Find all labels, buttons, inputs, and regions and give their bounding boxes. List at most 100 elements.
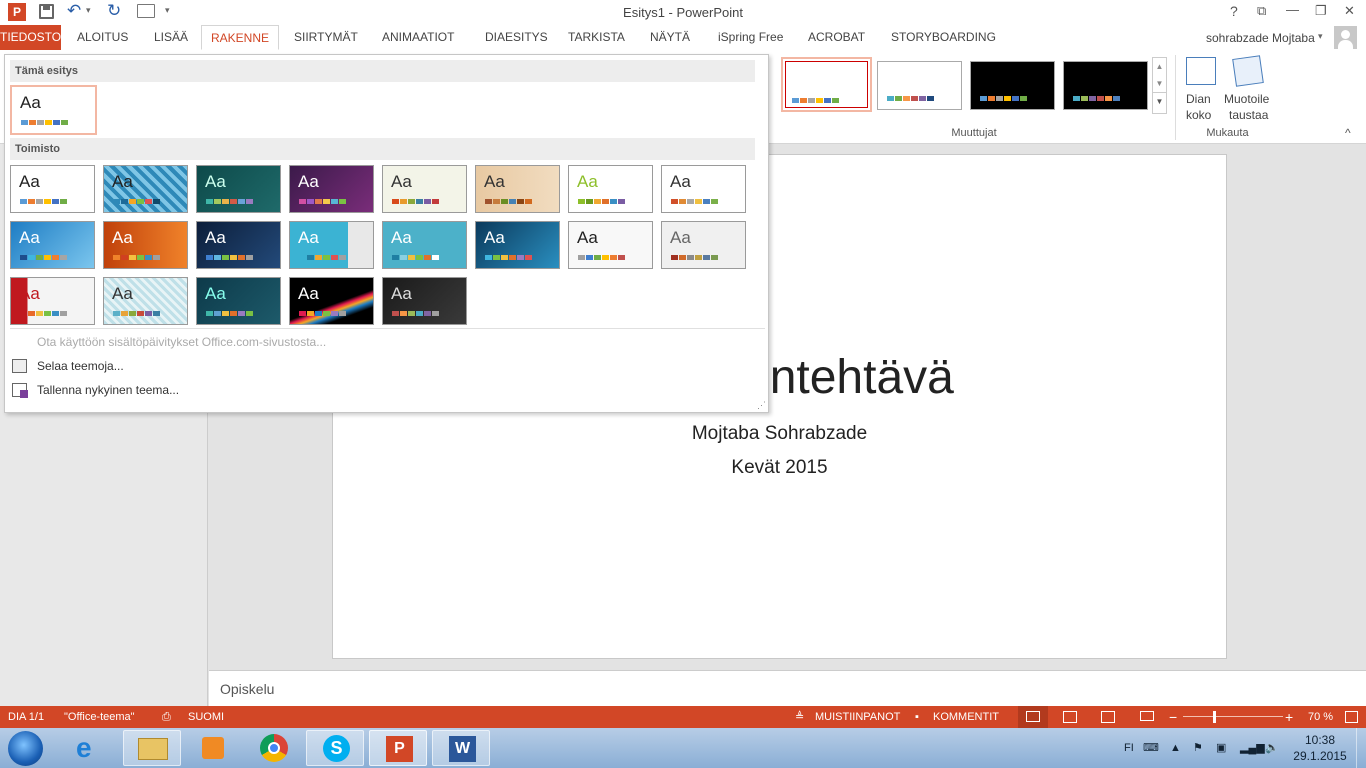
user-caret-icon[interactable]: ▾ <box>1318 31 1323 42</box>
tab-ispring[interactable]: iSpring Free <box>709 25 792 50</box>
slide-size-icon[interactable] <box>1186 57 1216 85</box>
format-background-label-2[interactable]: taustaa <box>1229 108 1268 122</box>
variant-2[interactable] <box>877 61 962 110</box>
clock-date[interactable]: 29.1.2015 <box>1290 749 1350 763</box>
theme-option[interactable]: Aa <box>10 165 95 213</box>
theme-option[interactable]: Aa <box>568 221 653 269</box>
zoom-slider[interactable] <box>1183 716 1283 717</box>
tab-design[interactable]: RAKENNE <box>201 25 279 50</box>
chevron-down-icon[interactable]: ▼ <box>1153 75 1166 92</box>
start-button-icon[interactable] <box>8 731 43 766</box>
zoom-out-button[interactable]: − <box>1169 706 1177 728</box>
theme-option[interactable]: Aa <box>289 165 374 213</box>
theme-option[interactable]: Aa <box>103 165 188 213</box>
status-comments-button[interactable]: KOMMENTIT <box>933 706 999 728</box>
show-desktop-button[interactable] <box>1356 728 1366 768</box>
variant-3[interactable] <box>970 61 1055 110</box>
taskbar-chrome-icon[interactable] <box>245 730 303 766</box>
theme-option[interactable]: Aa <box>475 221 560 269</box>
taskbar-powerpoint-icon[interactable]: P <box>369 730 427 766</box>
theme-option[interactable]: Aa <box>289 277 374 325</box>
expand-gallery-icon[interactable]: ▼ <box>1153 92 1166 110</box>
slide-size-label-2[interactable]: koko <box>1186 108 1211 122</box>
restore-icon[interactable]: ❐ <box>1315 3 1327 19</box>
taskbar-word-icon[interactable]: W <box>432 730 490 766</box>
tab-slideshow[interactable]: DIAESITYS <box>476 25 557 50</box>
reading-view-icon[interactable] <box>1101 711 1115 723</box>
theme-option[interactable]: Aa <box>10 221 95 269</box>
ribbon-display-options-icon[interactable]: ⧉ <box>1257 3 1266 19</box>
theme-current[interactable]: Aa <box>10 85 97 135</box>
redo-icon[interactable]: ↻ <box>107 1 121 21</box>
tab-transitions[interactable]: SIIRTYMÄT <box>285 25 367 50</box>
normal-view-icon[interactable] <box>1018 706 1048 728</box>
tab-storyboarding[interactable]: STORYBOARDING <box>882 25 1005 50</box>
theme-option[interactable]: Aa <box>382 165 467 213</box>
zoom-in-button[interactable]: + <box>1285 706 1293 728</box>
tab-insert[interactable]: LISÄÄ <box>145 25 197 50</box>
undo-icon[interactable]: ↶ <box>67 1 81 21</box>
theme-option[interactable]: Aa <box>289 221 374 269</box>
user-name[interactable]: sohrabzade Mojtaba <box>1206 31 1315 45</box>
minimize-icon[interactable]: — <box>1286 2 1299 17</box>
undo-caret-icon[interactable]: ▾ <box>86 5 91 16</box>
chevron-up-icon[interactable]: ▲ <box>1153 58 1166 75</box>
theme-option[interactable]: Aa <box>568 165 653 213</box>
volume-icon[interactable]: 🔈 <box>1265 728 1279 768</box>
theme-option[interactable]: Aa <box>103 221 188 269</box>
theme-option[interactable]: Aa <box>661 221 746 269</box>
tab-view[interactable]: NÄYTÄ <box>641 25 699 50</box>
clock-time[interactable]: 10:38 <box>1290 733 1350 747</box>
variant-4[interactable] <box>1063 61 1148 110</box>
action-center-flag-icon[interactable]: ⚑ <box>1193 728 1203 768</box>
theme-option[interactable]: Aa <box>103 277 188 325</box>
variant-1[interactable] <box>781 57 872 112</box>
tab-review[interactable]: TARKISTA <box>559 25 634 50</box>
notes-text[interactable]: Opiskelu <box>220 681 274 697</box>
taskbar-file-explorer-icon[interactable] <box>123 730 181 766</box>
status-notes-button[interactable]: MUISTIINPANOT <box>815 706 900 728</box>
tray-app-icon[interactable]: ▣ <box>1216 728 1226 768</box>
theme-option[interactable]: Aa <box>475 165 560 213</box>
slide-size-label-1[interactable]: Dian <box>1186 92 1211 106</box>
themes-gallery-dropdown[interactable]: Tämä esitys Aa Toimisto Aa Aa Aa Aa Aa Aa Aa Aa… <box>4 54 769 413</box>
format-background-icon[interactable] <box>1232 55 1264 87</box>
avatar[interactable] <box>1334 26 1357 49</box>
theme-option[interactable]: Aa <box>196 221 281 269</box>
resize-handle-icon[interactable]: ⋰ <box>757 400 766 411</box>
spellcheck-icon[interactable]: ⎙ <box>162 706 171 728</box>
format-background-label-1[interactable]: Muotoile <box>1224 92 1269 106</box>
save-icon[interactable] <box>39 4 54 19</box>
powerpoint-app-icon[interactable]: P <box>8 3 26 21</box>
tab-home[interactable]: ALOITUS <box>68 25 137 50</box>
taskbar-internet-explorer-icon[interactable]: e <box>62 730 120 766</box>
presenter-view-icon[interactable] <box>137 4 155 18</box>
taskbar-media-player-icon[interactable] <box>184 730 242 766</box>
theme-option[interactable]: Aa <box>196 277 281 325</box>
network-icon[interactable]: ▂▄▆ <box>1240 728 1265 768</box>
collapse-ribbon-icon[interactable]: ^ <box>1345 126 1351 140</box>
slide-subtitle-name[interactable]: Mojtaba Sohrabzade <box>333 423 1226 445</box>
tab-file[interactable]: TIEDOSTO <box>0 25 61 50</box>
theme-option[interactable]: Aa <box>196 165 281 213</box>
customize-qat-icon[interactable]: ▾ <box>165 5 170 16</box>
status-language[interactable]: SUOMI <box>188 706 224 728</box>
tab-acrobat[interactable]: ACROBAT <box>799 25 874 50</box>
variants-scroll[interactable]: ▲ ▼ ▼ <box>1152 57 1167 114</box>
status-theme-name[interactable]: "Office-teema" <box>64 706 135 728</box>
slide-sorter-view-icon[interactable] <box>1063 711 1077 723</box>
tab-animations[interactable]: ANIMAATIOT <box>373 25 463 50</box>
status-slide-number[interactable]: DIA 1/1 <box>8 706 44 728</box>
help-icon[interactable]: ? <box>1230 3 1238 19</box>
theme-option[interactable]: Aa <box>661 165 746 213</box>
slide-subtitle-date[interactable]: Kevät 2015 <box>333 457 1226 479</box>
keyboard-icon[interactable]: ⌨ <box>1143 728 1159 768</box>
theme-option[interactable]: Aa <box>10 277 95 325</box>
fit-to-window-icon[interactable] <box>1345 711 1358 723</box>
input-language[interactable]: FI <box>1124 728 1134 768</box>
theme-option[interactable]: Aa <box>382 277 467 325</box>
taskbar-skype-icon[interactable]: S <box>306 730 364 766</box>
theme-option[interactable]: Aa <box>382 221 467 269</box>
zoom-slider-thumb[interactable] <box>1213 711 1216 723</box>
show-hidden-icons-icon[interactable]: ▲ <box>1170 728 1181 768</box>
